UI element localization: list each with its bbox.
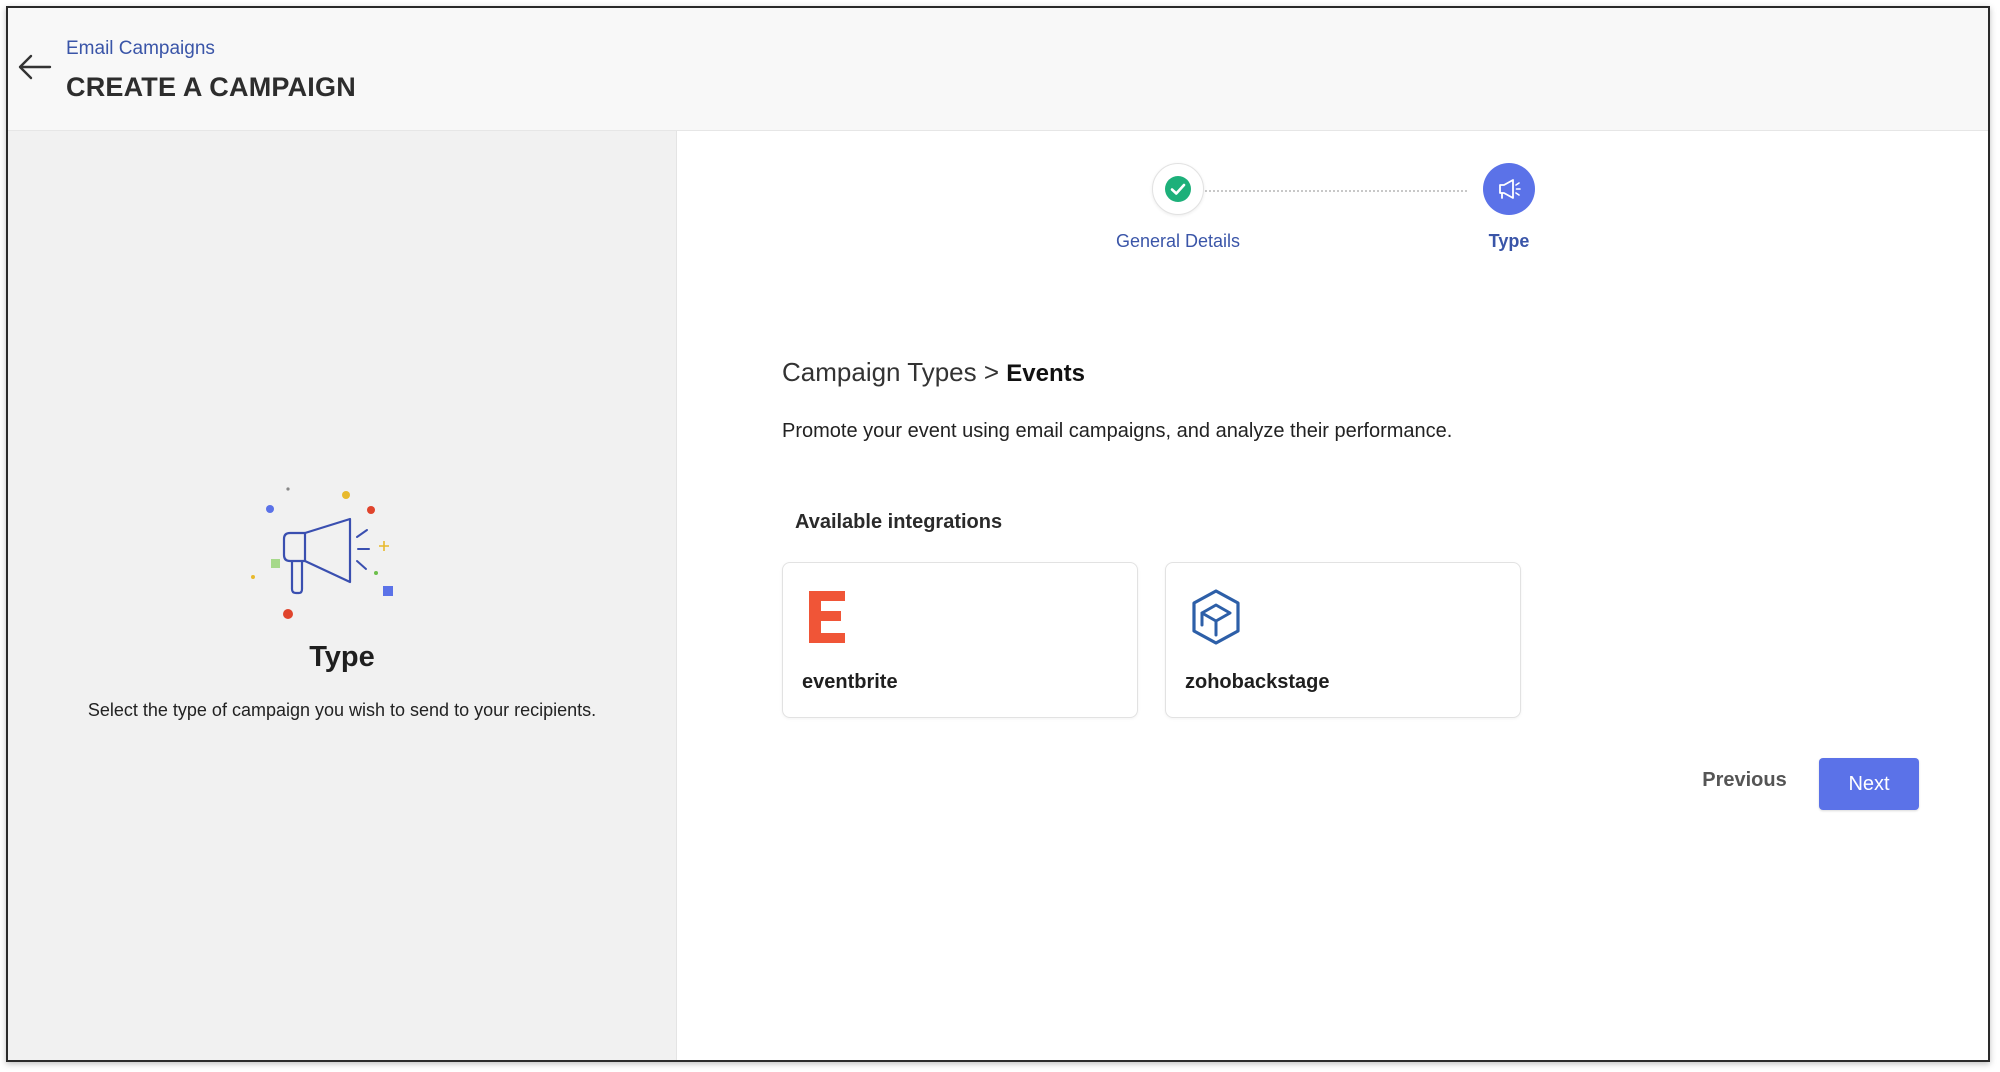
integration-name: zohobackstage bbox=[1185, 671, 1330, 693]
megaphone-icon bbox=[1499, 179, 1521, 199]
heading-parent: Campaign Types > bbox=[782, 357, 1000, 387]
integration-card-eventbrite[interactable]: eventbrite bbox=[782, 562, 1138, 718]
section-description: Promote your event using email campaigns… bbox=[782, 420, 1453, 442]
check-icon bbox=[1165, 176, 1191, 202]
step-label-general-details[interactable]: General Details bbox=[1078, 231, 1278, 252]
zohobackstage-logo-icon bbox=[1192, 589, 1240, 645]
breadcrumb-email-campaigns[interactable]: Email Campaigns bbox=[66, 38, 215, 60]
panel-title: Type bbox=[309, 641, 375, 673]
integrations-label: Available integrations bbox=[795, 511, 1003, 533]
section-heading: Campaign Types > Events bbox=[782, 357, 1085, 388]
step-general-details[interactable] bbox=[1152, 163, 1204, 215]
page-title: CREATE A CAMPAIGN bbox=[66, 72, 356, 102]
stepper-connector bbox=[1197, 190, 1467, 192]
back-arrow-icon[interactable] bbox=[16, 52, 52, 82]
main-content: General Details Type Campaign Types > Ev… bbox=[677, 131, 1988, 1060]
page-header: Email Campaigns CREATE A CAMPAIGN bbox=[8, 8, 1988, 131]
integration-card-zohobackstage[interactable]: zohobackstage bbox=[1165, 562, 1521, 718]
megaphone-icon bbox=[251, 487, 393, 619]
heading-current: Events bbox=[1006, 360, 1085, 387]
panel-description: Select the type of campaign you wish to … bbox=[87, 700, 597, 720]
next-button[interactable]: Next bbox=[1819, 758, 1919, 810]
eventbrite-logo-icon bbox=[809, 591, 845, 643]
previous-button[interactable]: Previous bbox=[1697, 758, 1792, 802]
left-info-panel: Type Select the type of campaign you wis… bbox=[8, 131, 677, 1060]
step-label-type[interactable]: Type bbox=[1409, 231, 1609, 252]
step-type[interactable] bbox=[1483, 163, 1535, 215]
app-window: Email Campaigns CREATE A CAMPAIGN Type S… bbox=[6, 6, 1990, 1062]
integration-name: eventbrite bbox=[802, 671, 898, 693]
